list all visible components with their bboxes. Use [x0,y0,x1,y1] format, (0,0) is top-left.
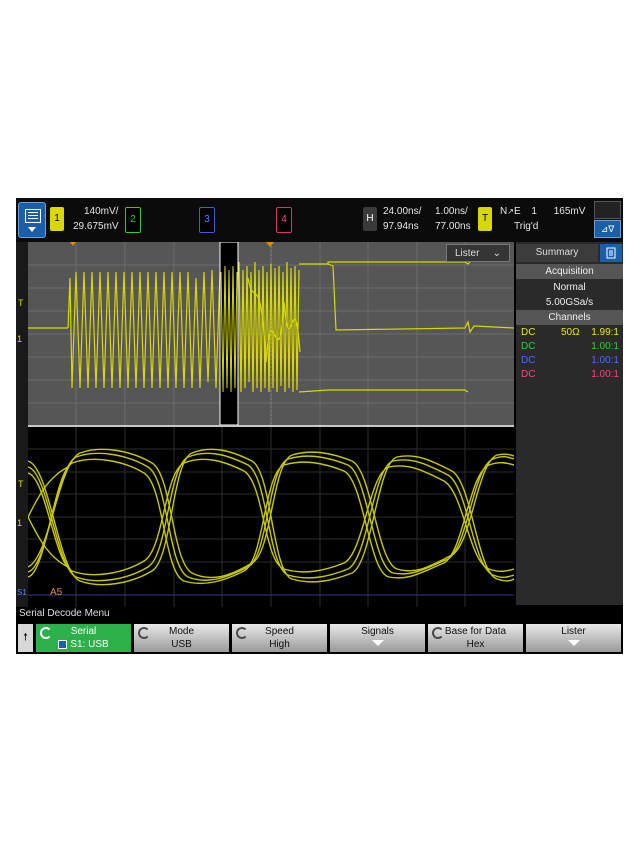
auto-scale-button[interactable]: ⊿∇ [594,220,621,238]
channel-1-ground-marker[interactable]: 1 [17,334,22,344]
left-axis-strip: T 1 T 1 S1 [16,242,28,607]
acquisition-header: Acquisition [516,264,623,279]
zoom-waveform-window[interactable]: A5 [28,425,514,607]
status-bar: 1 140mV/ 29.675mV 2 3 4 H 24.00ns/ 97.94… [16,198,623,242]
sample-rate: 5.00GSa/s [545,297,594,308]
serial-1-marker: S1 [17,588,27,597]
main-menu-button[interactable] [18,202,46,238]
delay-marker [266,242,274,247]
channel-1-settings[interactable]: 140mV/ 29.675mV [73,204,119,234]
entry-knob-icon [432,627,444,639]
entry-knob-icon [40,627,52,639]
zoom-channel-1-ground-marker[interactable]: 1 [17,518,22,528]
chevron-down-icon: ⌄ [492,248,501,259]
summary-tab[interactable]: Summary [516,244,598,262]
entry-knob-icon [236,627,248,639]
back-button[interactable]: 🠕 [18,624,33,652]
softkey-bar: 🠕 Serial S1: USB Mode USB Speed High Sig… [16,622,623,654]
entry-knob-icon [138,627,150,639]
probe-ratio: 1.99:1 [591,327,619,338]
trigger-status: Trig'd [514,221,539,232]
zoom-waveform-svg [28,427,514,607]
chevron-down-icon [28,227,36,232]
acquisition-mode: Normal [553,282,586,293]
probe-ratio: 1.00:1 [591,369,619,380]
softkey-label: Signals [361,626,394,637]
decode-packet-label: A5 [50,587,63,598]
softkey-value: USB [171,639,192,650]
channel-1-offset: 29.675mV [73,221,119,232]
trigger-level: 165mV [553,206,586,217]
trigger-level-marker[interactable]: T [18,298,24,308]
lister-softkey[interactable]: Lister [526,624,621,652]
mode-softkey[interactable]: Mode USB [134,624,229,652]
probe-ratio: 1.00:1 [591,355,619,366]
trigger-settings[interactable]: N↗E 1 165mV Trig'd [500,204,585,234]
zoom-timebase-value: 1.00ns/ [435,206,468,217]
menu-icon [25,209,41,223]
softkey-value: Hex [466,639,485,650]
horizontal-button[interactable]: H [363,207,377,231]
oscilloscope-screen: 1 140mV/ 29.675mV 2 3 4 H 24.00ns/ 97.94… [16,198,623,654]
main-waveform-window[interactable]: Lister ⌄ [28,242,514,425]
timebase-value: 24.00ns/ [383,206,422,217]
coupling: DC [521,341,536,352]
coupling: DC [521,327,536,338]
softkey-value: S1: USB [70,639,109,650]
lister-window-button[interactable]: Lister ⌄ [446,244,510,262]
horizontal-zoom-settings[interactable]: 1.00ns/ 77.00ns [435,204,471,234]
waveform-icon: ⊿∇ [600,224,615,234]
trigger-button[interactable]: T [478,207,492,231]
trigger-edge-label: E [513,206,521,217]
up-arrow-icon: 🠕 [23,632,28,643]
rising-edge-icon: ↗ [507,207,514,216]
probe-ratio: 1.00:1 [591,341,619,352]
impedance: 50Ω [561,327,580,338]
channel-1-button[interactable]: 1 [50,207,64,231]
delay-value: 97.94ns [383,221,419,232]
serial-softkey[interactable]: Serial S1: USB [36,624,131,652]
base-for-data-softkey[interactable]: Base for Data Hex [428,624,523,652]
submenu-arrow-icon [567,640,580,646]
speed-softkey[interactable]: Speed High [232,624,327,652]
summary-panel: Summary Acquisition Normal 5.00GSa/s Cha… [516,242,623,605]
submenu-arrow-icon [371,640,384,646]
channel-1-scale: 140mV/ [84,206,119,217]
lister-label: Lister [455,248,480,259]
channel-4-button[interactable]: 4 [276,207,292,233]
main-waveform-svg [28,242,514,425]
tab-list-icon[interactable] [600,244,622,262]
coupling: DC [521,369,536,380]
horizontal-main-settings[interactable]: 24.00ns/ 97.94ns [383,204,421,234]
trigger-source: 1 [531,206,537,217]
zoom-delay-value: 77.00ns [435,221,471,232]
softkey-value: High [269,639,290,650]
zoom-window-indicator[interactable] [219,242,239,425]
signals-softkey[interactable]: Signals [330,624,425,652]
softkey-label: Lister [561,626,586,637]
menu-title: Serial Decode Menu [16,607,623,621]
channel-3-button[interactable]: 3 [199,207,215,233]
display-toggle-button[interactable] [594,201,621,219]
serial-bus-icon [58,639,68,649]
zoom-trigger-level-marker[interactable]: T [18,479,24,489]
channel-2-button[interactable]: 2 [125,207,141,233]
coupling: DC [521,355,536,366]
trigger-position-marker [70,242,76,246]
channels-header: Channels [516,310,623,325]
